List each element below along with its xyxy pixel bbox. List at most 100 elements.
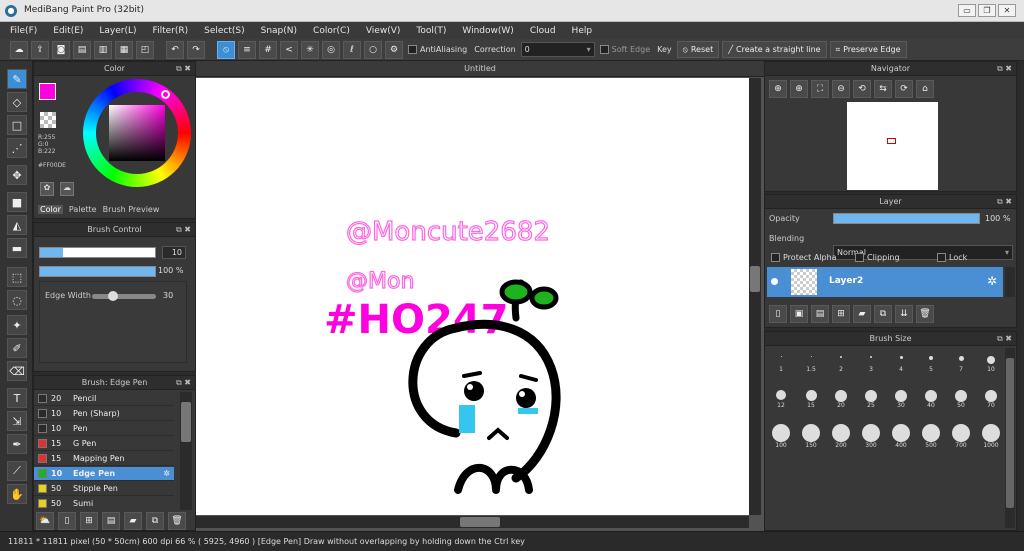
hand-tool-icon[interactable]: ✋ [7, 484, 27, 504]
brush-size-option[interactable]: 15 [797, 390, 825, 409]
select-eraser-tool-icon[interactable]: ⌫ [7, 361, 27, 381]
brush-size-option[interactable]: 2 [827, 356, 855, 373]
canvas-horizontal-scrollbar[interactable] [196, 516, 749, 528]
curve-snap-icon[interactable]: ℓ [343, 40, 361, 59]
brush-cloud-icon[interactable]: ⛅ [36, 512, 54, 530]
flip-icon[interactable]: ⇆ [874, 80, 892, 98]
edge-width-handle[interactable] [108, 291, 119, 301]
grid-icon[interactable]: ▦ [115, 40, 133, 59]
brush-item-g-pen[interactable]: 15 G Pen [34, 437, 174, 451]
vanish-snap-icon[interactable]: < [280, 40, 298, 59]
clipping-checkbox[interactable] [855, 253, 864, 262]
canvas[interactable]: @Moncute2682 @Mon #HO247 [196, 78, 749, 515]
cloud-color-icon[interactable]: ☁ [60, 182, 74, 196]
canvas-horizontal-scroll-thumb[interactable] [460, 517, 500, 527]
magic-wand-tool-icon[interactable]: ✦ [7, 315, 27, 335]
divide-tool-icon[interactable]: ⟋ [7, 461, 27, 481]
brush-size-option[interactable]: 400 [887, 424, 915, 449]
soft-edge-toggle[interactable]: Soft Edge [598, 45, 652, 54]
protect-alpha-toggle[interactable]: Protect Alpha [771, 253, 837, 262]
menu-help[interactable]: Help [572, 26, 593, 36]
panel-close-icon[interactable]: ⧉ ✖ [997, 332, 1012, 346]
brush-size-option[interactable]: 20 [827, 390, 855, 409]
edge-width-slider[interactable] [92, 291, 156, 301]
panel-close-icon[interactable]: ⧉ ✖ [176, 376, 191, 390]
palette-icon[interactable]: ✿ [40, 182, 54, 196]
layer-opacity-slider[interactable] [833, 213, 980, 224]
brush-size-option[interactable]: 3 [857, 356, 885, 373]
preserve-edge-button[interactable]: ⌗ Preserve Edge [829, 41, 907, 58]
brush-size-option[interactable]: 40 [917, 390, 945, 409]
menu-view[interactable]: View(V) [366, 26, 401, 36]
hue-handle[interactable] [161, 90, 170, 99]
fill-rect-tool-icon[interactable]: ■ [7, 192, 27, 212]
eraser-tool-icon[interactable]: ◇ [7, 92, 27, 112]
brush-size-scrollbar[interactable] [1005, 348, 1015, 528]
close-button[interactable]: ✕ [998, 4, 1016, 17]
radial-snap-icon[interactable]: ✳ [301, 40, 319, 59]
brush-size-option[interactable]: 500 [917, 424, 945, 449]
menu-edit[interactable]: Edit(E) [53, 26, 83, 36]
add-brush-icon[interactable]: ⊞ [80, 512, 98, 530]
dot-tool-icon[interactable]: ⋰ [7, 138, 27, 158]
panel-close-icon[interactable]: ⧉ ✖ [176, 223, 191, 237]
menu-select[interactable]: Select(S) [204, 26, 245, 36]
bucket-tool-icon[interactable]: ◭ [7, 215, 27, 235]
new-layer-icon[interactable]: ▯ [769, 305, 787, 323]
menu-cloud[interactable]: Cloud [530, 26, 556, 36]
brush-settings-icon[interactable]: ▤ [102, 512, 120, 530]
menu-file[interactable]: File(F) [10, 26, 37, 36]
chat-icon[interactable]: ▤ [73, 40, 91, 59]
operation-tool-icon[interactable]: ⇲ [7, 411, 27, 431]
zoom-in-alt-icon[interactable]: ⊕ [790, 80, 808, 98]
primary-color-swatch[interactable] [39, 83, 56, 100]
document-icon[interactable]: ▥ [94, 40, 112, 59]
correction-select[interactable]: 0 [520, 42, 595, 57]
new-8bit-layer-icon[interactable]: ▤ [811, 305, 829, 323]
rotate-left-icon[interactable]: ⟲ [853, 80, 871, 98]
trash-icon[interactable]: 🗑 [168, 512, 186, 530]
navigator-viewport[interactable] [887, 138, 896, 144]
move-tool-icon[interactable]: ✥ [7, 165, 27, 185]
snap-off-icon[interactable]: ⦸ [217, 40, 235, 59]
brush-size-slider[interactable] [39, 247, 156, 258]
select-pen-tool-icon[interactable]: ✐ [7, 338, 27, 358]
duplicate-layer-icon[interactable]: ⧉ [874, 305, 892, 323]
brush-size-option[interactable]: 10 [977, 356, 1005, 373]
brush-size-option[interactable]: 700 [947, 424, 975, 449]
menu-window[interactable]: Window(W) [462, 26, 513, 36]
menu-tool[interactable]: Tool(T) [416, 26, 446, 36]
brush-size-scroll-thumb[interactable] [1006, 358, 1014, 508]
panel-close-icon[interactable]: ⧉ ✖ [997, 195, 1012, 209]
soft-edge-checkbox[interactable] [599, 45, 609, 54]
brush-item-pen-sharp[interactable]: 10 Pen (Sharp) [34, 407, 174, 421]
brush-item-pencil[interactable]: 20 Pencil [34, 392, 174, 406]
brush-item-pen[interactable]: 10 Pen [34, 422, 174, 436]
fit-icon[interactable]: ⛶ [811, 80, 829, 98]
grid-snap-icon[interactable]: # [259, 40, 277, 59]
brush-size-option[interactable]: 1.5 [797, 356, 825, 373]
minimize-button[interactable]: ▭ [958, 4, 976, 17]
brush-size-option[interactable]: 200 [827, 424, 855, 449]
lock-checkbox[interactable] [937, 253, 946, 262]
select-tool-icon[interactable]: ⬚ [7, 267, 27, 287]
brush-size-option[interactable]: 25 [857, 390, 885, 409]
lasso-tool-icon[interactable]: ◌ [7, 290, 27, 310]
lock-toggle[interactable]: Lock [937, 253, 967, 262]
tab-palette[interactable]: Palette [69, 205, 97, 214]
eyedropper-tool-icon[interactable]: ✒ [7, 434, 27, 454]
panel-close-icon[interactable]: ⧉ ✖ [997, 62, 1012, 76]
reset-view-icon[interactable]: ⌂ [916, 80, 934, 98]
brush-size-option[interactable]: 30 [887, 390, 915, 409]
rectangle-tool-icon[interactable]: □ [7, 115, 27, 135]
brush-size-option[interactable]: 5 [917, 356, 945, 373]
brush-list-scroll-thumb[interactable] [181, 402, 191, 442]
menu-color[interactable]: Color(C) [313, 26, 350, 36]
brush-item-sumi[interactable]: 50 Sumi [34, 497, 174, 510]
redo-icon[interactable]: ↷ [187, 40, 205, 59]
menu-layer[interactable]: Layer(L) [99, 26, 136, 36]
menu-snap[interactable]: Snap(N) [261, 26, 297, 36]
cloud-icon[interactable]: ☁ [10, 40, 28, 59]
tab-color[interactable]: Color [38, 205, 63, 214]
share-icon[interactable]: ⇪ [31, 40, 49, 59]
